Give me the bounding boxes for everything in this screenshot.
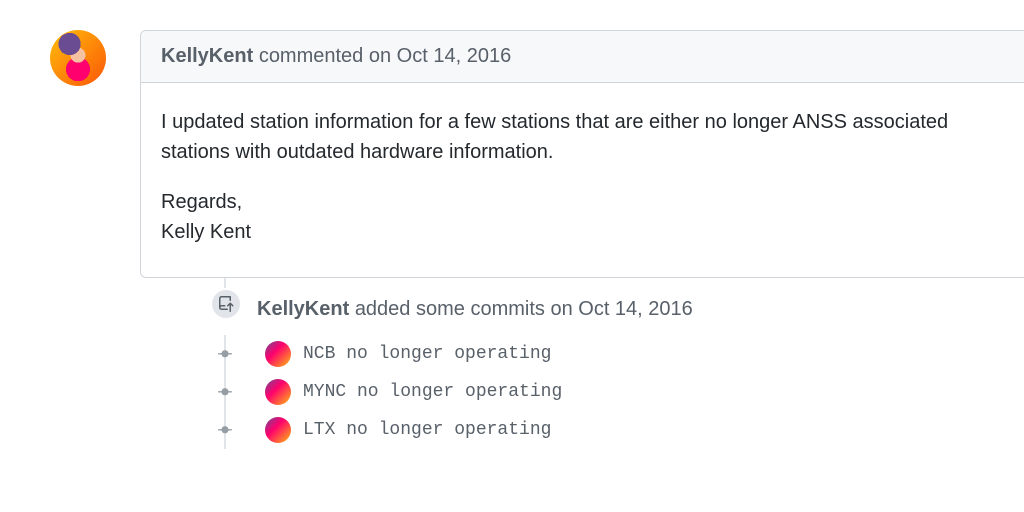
commit-dot (218, 423, 232, 437)
comment-header: KellyKent commented on Oct 14, 2016 (141, 31, 1024, 83)
comment-author-link[interactable]: KellyKent (161, 45, 253, 67)
comment-paragraph: I updated station information for a few … (161, 107, 1004, 167)
git-commit-icon (218, 385, 232, 399)
git-commit-icon (218, 347, 232, 361)
commit-avatar[interactable] (265, 379, 291, 405)
commit-dot (218, 385, 232, 399)
timeline-event-text: KellyKent added some commits on Oct 14, … (257, 292, 1024, 321)
timeline: KellyKent added some commits on Oct 14, … (165, 278, 1024, 449)
comment-container: KellyKent commented on Oct 14, 2016 I up… (140, 30, 1024, 278)
avatar[interactable] (50, 30, 106, 86)
timeline-date: Oct 14, 2016 (578, 298, 693, 320)
timeline-event: KellyKent added some commits on Oct 14, … (165, 278, 1024, 335)
timeline-action: added some commits on (355, 298, 573, 320)
commit-row: NCB no longer operating (165, 335, 1024, 373)
commit-row: LTX no longer operating (165, 411, 1024, 449)
repo-push-icon (218, 296, 234, 312)
commit-list: NCB no longer operating MYNC no longer o… (165, 335, 1024, 449)
commit-message-link[interactable]: NCB no longer operating (303, 344, 551, 364)
commit-message-link[interactable]: MYNC no longer operating (303, 382, 562, 402)
commits-badge (210, 288, 242, 320)
avatar-image (50, 30, 106, 86)
commit-dot (218, 347, 232, 361)
comment-signature: Regards, Kelly Kent (161, 187, 1004, 247)
commit-avatar[interactable] (265, 417, 291, 443)
comment-action: commented on (259, 45, 391, 67)
git-commit-icon (218, 423, 232, 437)
comment-body: I updated station information for a few … (141, 83, 1024, 277)
commit-avatar[interactable] (265, 341, 291, 367)
comment-date: Oct 14, 2016 (397, 45, 512, 67)
commit-row: MYNC no longer operating (165, 373, 1024, 411)
commit-message-link[interactable]: LTX no longer operating (303, 420, 551, 440)
timeline-author-link[interactable]: KellyKent (257, 298, 349, 320)
